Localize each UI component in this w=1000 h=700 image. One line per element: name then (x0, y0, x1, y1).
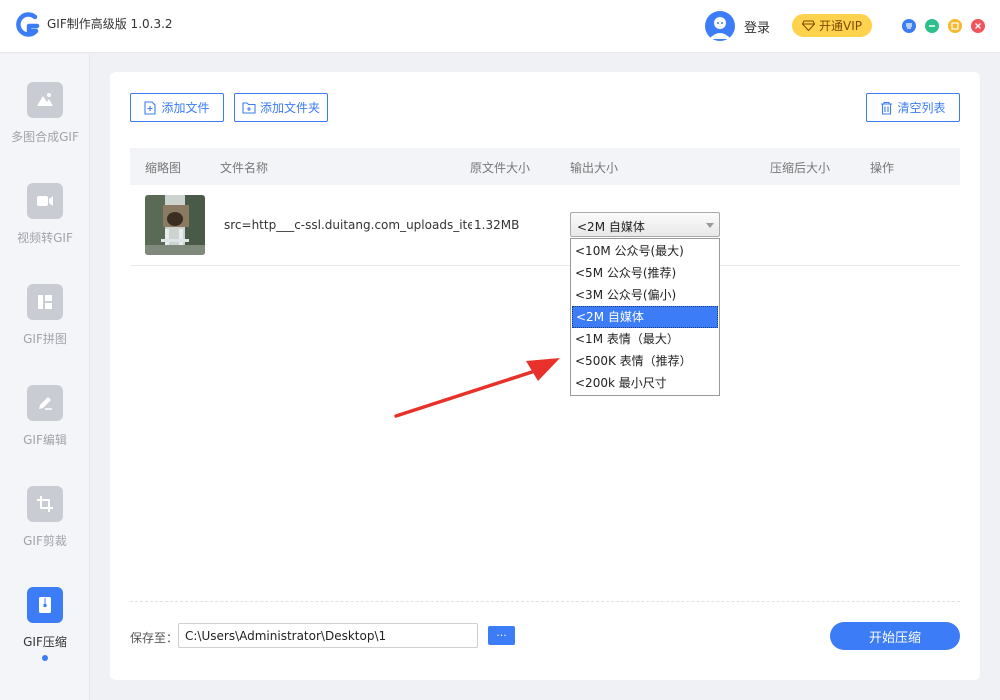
footer-divider (130, 601, 960, 602)
output-size-dropdown: <10M 公众号(最大) <5M 公众号(推荐) <3M 公众号(偏小) <2M… (570, 238, 720, 396)
dropdown-option[interactable]: <3M 公众号(偏小) (572, 284, 718, 306)
add-folder-icon (242, 102, 256, 114)
start-compress-button[interactable]: 开始压缩 (830, 622, 960, 650)
output-size-select[interactable]: <2M 自媒体 (570, 212, 720, 237)
main-panel: 添加文件 添加文件夹 清空列表 缩略图 文件名称 原文件大小 输出大小 压缩后大… (110, 72, 980, 680)
video-icon (27, 183, 63, 219)
sidebar-item-label: GIF压缩 (23, 635, 67, 649)
zip-icon (27, 587, 63, 623)
column-header-actions: 操作 (870, 161, 895, 175)
sidebar-item-video-to-gif[interactable]: 视频转GIF (0, 175, 90, 265)
vip-button[interactable]: 开通VIP (792, 14, 872, 37)
image-mountain-icon (27, 82, 63, 118)
sidebar-item-gif-compress[interactable]: GIF压缩 (0, 579, 90, 669)
output-size-value: <2M 自媒体 (577, 220, 645, 234)
diamond-icon (802, 20, 815, 31)
table-header: 缩略图 文件名称 原文件大小 输出大小 压缩后大小 操作 (130, 148, 960, 185)
sidebar-item-gif-collage[interactable]: GIF拼图 (0, 276, 90, 366)
sidebar-item-gif-crop[interactable]: GIF剪裁 (0, 478, 90, 568)
sidebar-item-multi-image-gif[interactable]: 多图合成GIF (0, 74, 90, 164)
login-link[interactable]: 登录 (744, 17, 770, 36)
save-to-label: 保存至： (130, 631, 179, 645)
add-folder-label: 添加文件夹 (259, 101, 320, 115)
save-path-input[interactable] (178, 623, 478, 648)
feedback-icon[interactable] (902, 19, 916, 33)
add-file-label: 添加文件 (161, 101, 210, 115)
crop-icon (27, 486, 63, 522)
table-row[interactable]: src=http___c-ssl.duitang.com_uploads_ite… (130, 185, 960, 266)
column-header-compressed-size: 压缩后大小 (770, 161, 831, 175)
original-size: 1.32MB (474, 218, 520, 232)
layout-icon (27, 284, 63, 320)
sidebar: 多图合成GIF 视频转GIF GIF拼图 GIF编辑 GIF剪裁 GIF压缩 (0, 54, 90, 700)
sidebar-item-gif-edit[interactable]: GIF编辑 (0, 377, 90, 467)
sidebar-item-label: GIF剪裁 (23, 534, 67, 548)
column-header-filename: 文件名称 (220, 161, 269, 175)
dropdown-option-selected[interactable]: <2M 自媒体 (572, 306, 718, 328)
dropdown-option[interactable]: <1M 表情（最大） (572, 328, 718, 350)
file-name: src=http___c-ssl.duitang.com_uploads_ite… (224, 218, 472, 232)
close-icon[interactable] (971, 19, 985, 33)
add-file-button[interactable]: 添加文件 (130, 93, 224, 122)
trash-icon (881, 101, 893, 115)
add-folder-button[interactable]: 添加文件夹 (234, 93, 328, 122)
dropdown-option[interactable]: <5M 公众号(推荐) (572, 262, 718, 284)
clear-list-button[interactable]: 清空列表 (866, 93, 960, 122)
column-header-original-size: 原文件大小 (470, 161, 531, 175)
file-thumbnail (145, 195, 205, 255)
minimize-icon[interactable] (925, 19, 939, 33)
sidebar-item-label: GIF编辑 (23, 433, 67, 447)
sidebar-item-label: GIF拼图 (23, 332, 67, 346)
vip-label: 开通VIP (819, 19, 862, 33)
add-file-icon (144, 100, 157, 115)
column-header-output-size: 输出大小 (570, 161, 619, 175)
browse-button[interactable]: ··· (488, 626, 515, 645)
clear-list-label: 清空列表 (897, 101, 946, 115)
active-indicator (42, 655, 48, 661)
dropdown-option[interactable]: <200k 最小尺寸 (572, 372, 718, 394)
user-avatar-icon[interactable] (705, 11, 735, 41)
app-title: GIF制作高级版 1.0.3.2 (47, 17, 173, 31)
column-header-thumbnail: 缩略图 (145, 161, 182, 175)
dropdown-option[interactable]: <10M 公众号(最大) (572, 240, 718, 262)
dropdown-option[interactable]: <500K 表情（推荐） (572, 350, 718, 372)
chevron-down-icon (706, 223, 714, 228)
pencil-icon (27, 385, 63, 421)
title-bar: GIF制作高级版 1.0.3.2 登录 开通VIP (0, 0, 1000, 53)
sidebar-item-label: 视频转GIF (17, 231, 73, 245)
sidebar-item-label: 多图合成GIF (11, 130, 79, 144)
maximize-icon[interactable] (948, 19, 962, 33)
app-logo-icon (16, 12, 40, 37)
